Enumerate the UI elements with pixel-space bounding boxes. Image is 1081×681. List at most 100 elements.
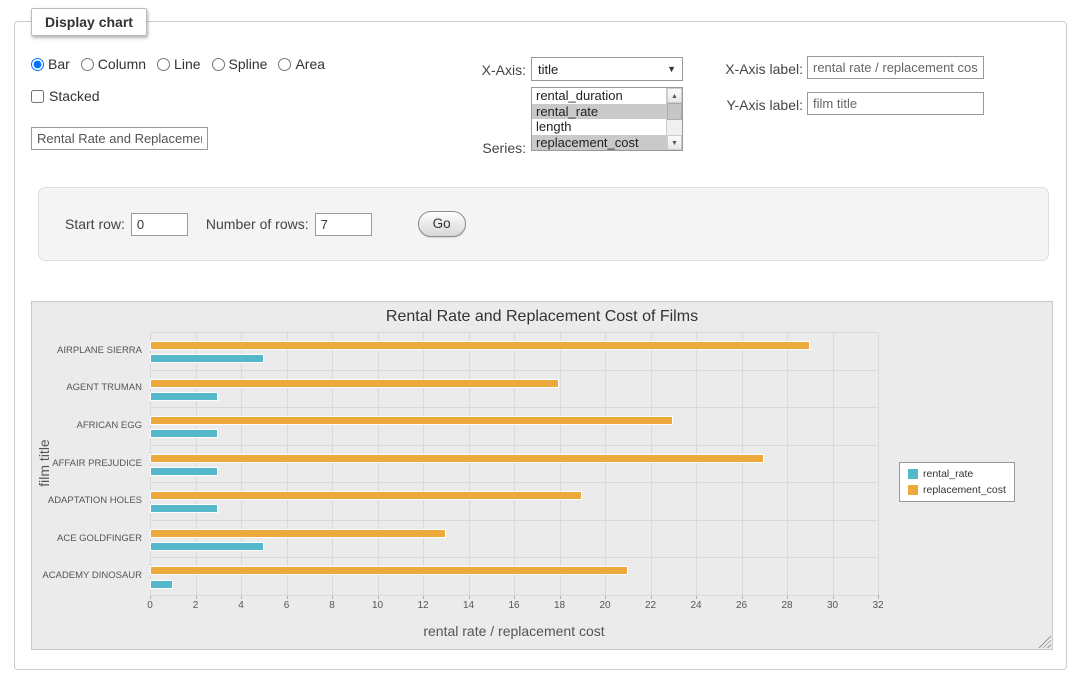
chart-legend: rental_rate replacement_cost xyxy=(899,462,1015,502)
bar-rental_rate[interactable] xyxy=(150,429,218,438)
gridline-horizontal xyxy=(150,595,878,596)
chart-x-axis-title: rental rate / replacement cost xyxy=(150,623,878,639)
legend-label: replacement_cost xyxy=(923,484,1006,496)
legend-swatch-icon xyxy=(908,485,918,495)
x-axis-label-field-label: X-Axis label: xyxy=(701,61,803,77)
legend-item-rental_rate[interactable]: rental_rate xyxy=(908,468,1006,480)
bar-replacement_cost[interactable] xyxy=(150,341,810,350)
x-tick-label: 30 xyxy=(827,600,838,611)
axis-tick xyxy=(878,595,879,599)
gridline-vertical xyxy=(742,332,743,595)
chart-type-radio-spline[interactable] xyxy=(212,58,225,71)
series-listbox[interactable]: rental_durationrental_ratelengthreplacem… xyxy=(531,87,683,151)
chart-type-option-line: Line xyxy=(157,56,200,72)
go-button[interactable]: Go xyxy=(418,211,466,237)
chart-type-label: Column xyxy=(98,56,146,72)
gridline-vertical xyxy=(196,332,197,595)
chart-type-label: Line xyxy=(174,56,200,72)
chart-type-radio-area[interactable] xyxy=(278,58,291,71)
scrollbar-up-icon[interactable]: ▲ xyxy=(667,88,682,103)
bar-replacement_cost[interactable] xyxy=(150,529,446,538)
category-label: AGENT TRUMAN xyxy=(32,382,142,393)
chart-type-radio-group: Bar Column Line Spline Area xyxy=(31,56,325,72)
chart-panel: Rental Rate and Replacement Cost of Film… xyxy=(31,301,1053,650)
x-tick-label: 28 xyxy=(781,600,792,611)
x-axis-select[interactable]: title ▼ xyxy=(531,57,683,81)
series-option-rental_duration[interactable]: rental_duration xyxy=(532,88,666,104)
gridline-vertical xyxy=(150,332,151,595)
gridline-horizontal xyxy=(150,557,878,558)
gridline-vertical xyxy=(514,332,515,595)
legend-label: rental_rate xyxy=(923,468,973,480)
x-axis-label-input[interactable] xyxy=(807,56,984,79)
chart-type-option-spline: Spline xyxy=(212,56,268,72)
chart-type-option-bar: Bar xyxy=(31,56,70,72)
chart-type-radio-line[interactable] xyxy=(157,58,170,71)
x-tick-label: 26 xyxy=(736,600,747,611)
x-tick-label: 6 xyxy=(284,600,290,611)
chart-type-radio-bar[interactable] xyxy=(31,58,44,71)
x-axis-select-value: title xyxy=(538,62,558,77)
series-field-label: Series: xyxy=(456,140,526,156)
category-label: ACADEMY DINOSAUR xyxy=(32,570,142,581)
x-tick-label: 2 xyxy=(193,600,199,611)
bar-replacement_cost[interactable] xyxy=(150,416,673,425)
legend-swatch-icon xyxy=(908,469,918,479)
stacked-label: Stacked xyxy=(49,88,100,104)
series-option-replacement_cost[interactable]: replacement_cost xyxy=(532,135,666,151)
chart-type-label: Area xyxy=(295,56,325,72)
bar-rental_rate[interactable] xyxy=(150,504,218,513)
gridline-vertical xyxy=(423,332,424,595)
number-of-rows-input[interactable] xyxy=(315,213,372,236)
start-row-input[interactable] xyxy=(131,213,188,236)
bar-replacement_cost[interactable] xyxy=(150,454,764,463)
series-option-rental_rate[interactable]: rental_rate xyxy=(532,104,666,120)
bar-rental_rate[interactable] xyxy=(150,580,173,589)
category-label: ACE GOLDFINGER xyxy=(32,533,142,544)
legend-item-replacement_cost[interactable]: replacement_cost xyxy=(908,484,1006,496)
resize-handle-icon[interactable] xyxy=(1038,635,1051,648)
x-axis-field-label: X-Axis: xyxy=(456,62,526,78)
bar-rental_rate[interactable] xyxy=(150,467,218,476)
y-axis-label-input[interactable] xyxy=(807,92,984,115)
gridline-vertical xyxy=(878,332,879,595)
gridline-vertical xyxy=(378,332,379,595)
chart-type-radio-column[interactable] xyxy=(81,58,94,71)
page: Display chart BarColumnLineSplineArea St… xyxy=(0,0,1081,681)
bar-rental_rate[interactable] xyxy=(150,354,264,363)
chart-y-axis-title: film title xyxy=(36,439,52,486)
x-tick-label: 32 xyxy=(872,600,883,611)
x-tick-label: 14 xyxy=(463,600,474,611)
x-tick-label: 10 xyxy=(372,600,383,611)
series-option-length[interactable]: length xyxy=(532,119,666,135)
gridline-vertical xyxy=(469,332,470,595)
series-scrollbar[interactable]: ▲ ▼ xyxy=(666,88,682,150)
display-chart-fieldset: Display chart BarColumnLineSplineArea St… xyxy=(14,21,1067,670)
chart-type-label: Spline xyxy=(229,56,268,72)
x-tick-label: 16 xyxy=(508,600,519,611)
rows-panel: Start row: Number of rows: Go xyxy=(38,187,1049,261)
chart-title: Rental Rate and Replacement Cost of Film… xyxy=(32,308,1052,326)
bar-rental_rate[interactable] xyxy=(150,542,264,551)
category-label: ADAPTATION HOLES xyxy=(32,495,142,506)
stacked-checkbox-row: Stacked xyxy=(31,88,100,104)
gridline-vertical xyxy=(651,332,652,595)
chart-title-input[interactable] xyxy=(31,127,208,150)
bar-replacement_cost[interactable] xyxy=(150,566,628,575)
gridline-vertical xyxy=(287,332,288,595)
dropdown-arrow-icon: ▼ xyxy=(667,64,676,74)
bar-replacement_cost[interactable] xyxy=(150,491,582,500)
scrollbar-down-icon[interactable]: ▼ xyxy=(667,135,682,150)
x-tick-label: 4 xyxy=(238,600,244,611)
x-tick-label: 18 xyxy=(554,600,565,611)
gridline-vertical xyxy=(605,332,606,595)
chart-type-option-area: Area xyxy=(278,56,325,72)
y-axis-label-field-label: Y-Axis label: xyxy=(701,97,803,113)
scrollbar-thumb[interactable] xyxy=(667,103,682,120)
bar-replacement_cost[interactable] xyxy=(150,379,559,388)
bar-rental_rate[interactable] xyxy=(150,392,218,401)
stacked-checkbox[interactable] xyxy=(31,90,44,103)
x-tick-label: 12 xyxy=(417,600,428,611)
gridline-horizontal xyxy=(150,370,878,371)
gridline-horizontal xyxy=(150,482,878,483)
